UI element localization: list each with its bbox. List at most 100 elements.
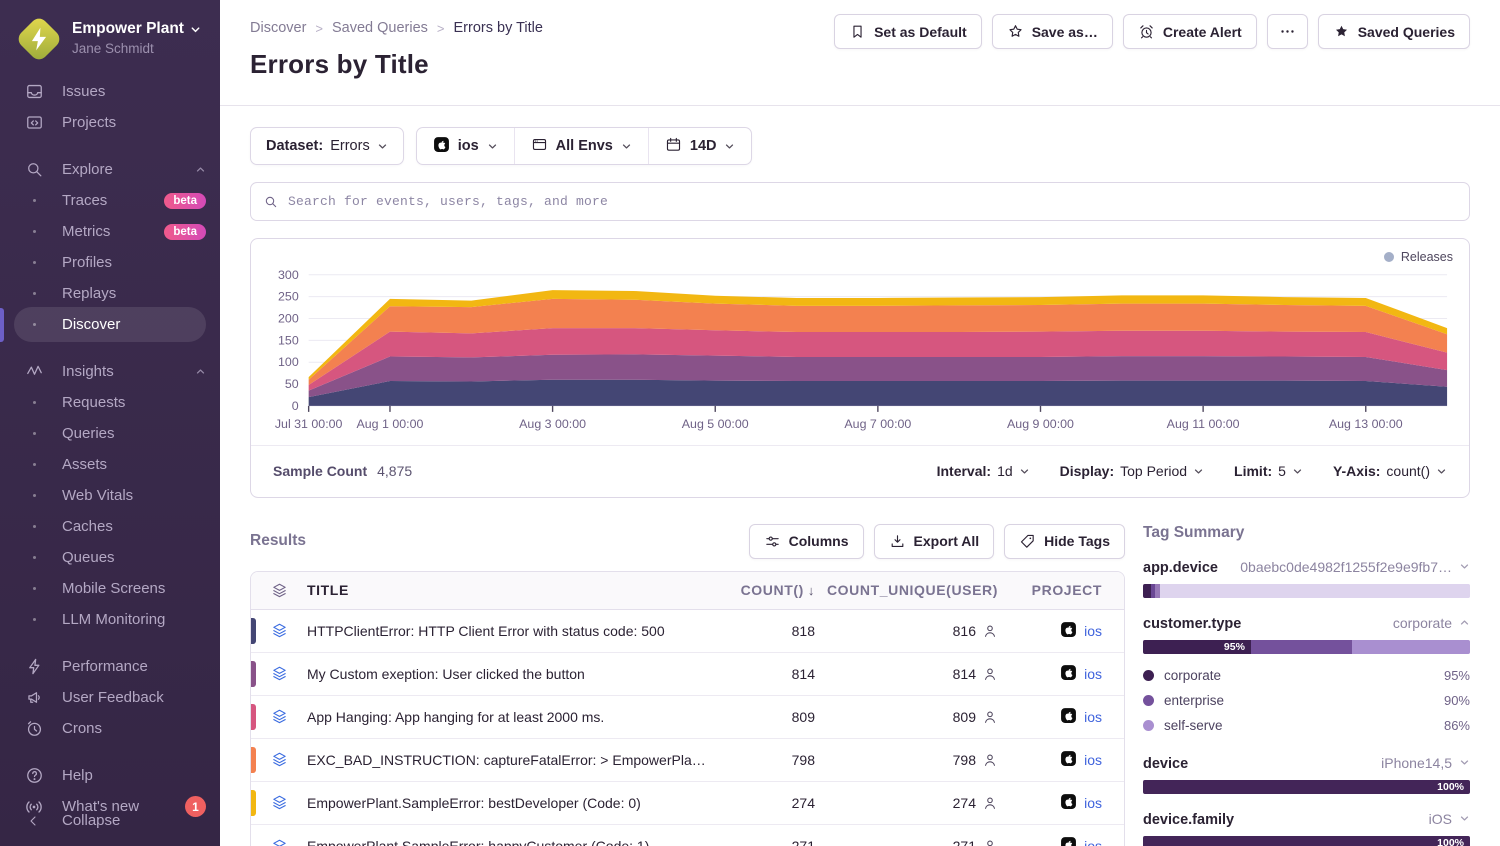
tag-header-device[interactable]: deviceiPhone14,5 <box>1143 755 1470 772</box>
chevron-up-icon[interactable] <box>1459 617 1470 628</box>
sidebar-item-crons[interactable]: Crons <box>0 713 220 744</box>
project-link[interactable]: ios <box>1084 795 1102 811</box>
breadcrumb-saved-queries[interactable]: Saved Queries <box>332 20 428 36</box>
org-switcher[interactable]: Empower Plant Jane Schmidt <box>0 0 220 66</box>
tag-header-device-family[interactable]: device.familyiOS <box>1143 811 1470 828</box>
project-link[interactable]: ios <box>1084 666 1102 682</box>
table-row[interactable]: App Hanging: App hanging for at least 20… <box>251 696 1124 739</box>
row-title[interactable]: EmpowerPlant.SampleError: bestDeveloper … <box>307 795 709 811</box>
action-set-as-default[interactable]: Set as Default <box>834 14 982 49</box>
svg-text:50: 50 <box>285 377 299 391</box>
chevron-down-icon[interactable] <box>1459 757 1470 768</box>
sidebar-group-insights[interactable]: Insights <box>0 356 220 387</box>
chevron-down-icon[interactable] <box>1459 813 1470 824</box>
sidebar-group-label: Insights <box>62 363 114 380</box>
row-title[interactable]: EXC_BAD_INSTRUCTION: captureFatalError: … <box>307 752 709 768</box>
action-create-alert[interactable]: Create Alert <box>1123 14 1257 49</box>
action-save-as[interactable]: Save as… <box>992 14 1113 49</box>
sidebar-item-caches[interactable]: Caches <box>0 511 220 542</box>
sidebar-item-label: Replays <box>62 285 116 302</box>
content: Dataset: Errors iosAll Envs14D Releases … <box>220 106 1500 846</box>
filter-14d[interactable]: 14D <box>648 128 752 164</box>
button-export-all[interactable]: Export All <box>874 524 995 559</box>
sidebar-item-mobile-screens[interactable]: Mobile Screens <box>0 573 220 604</box>
row-title[interactable]: HTTPClientError: HTTP Client Error with … <box>307 623 709 639</box>
sidebar-item-help[interactable]: Help <box>0 760 220 791</box>
column-header-count-unique-user[interactable]: COUNT_UNIQUE(USER) <box>819 582 1004 598</box>
sort-desc-icon: ↓ <box>808 583 815 598</box>
person-icon <box>982 838 998 846</box>
row-title[interactable]: App Hanging: App hanging for at least 20… <box>307 709 709 725</box>
tag-legend-row: self-serve86% <box>1143 713 1470 738</box>
tag-value-text: iOS <box>1429 811 1452 827</box>
stacked-area-chart: 050100150200250300Jul 31 00:00Aug 1 00:0… <box>253 245 1463 440</box>
search-input[interactable] <box>288 194 1457 209</box>
dataset-selector[interactable]: Dataset: Errors <box>250 127 404 165</box>
row-count-unique: 816 <box>819 623 1004 639</box>
sidebar-item-metrics[interactable]: Metricsbeta <box>0 216 220 247</box>
project-link[interactable]: ios <box>1084 623 1102 639</box>
sidebar-item-queues[interactable]: Queues <box>0 542 220 573</box>
collapse-button[interactable]: Collapse <box>0 805 220 836</box>
control-limit[interactable]: Limit:5 <box>1234 463 1303 479</box>
column-header-count[interactable]: COUNT()↓ <box>709 582 819 598</box>
button-label: Columns <box>789 533 849 549</box>
button-hide-tags[interactable]: Hide Tags <box>1004 524 1125 559</box>
chevron-up-icon[interactable] <box>195 366 206 377</box>
sidebar-group-explore[interactable]: Explore <box>0 154 220 185</box>
row-title[interactable]: EmpowerPlant.SampleError: happyCustomer … <box>307 838 709 846</box>
sidebar-item-discover[interactable]: Discover <box>0 309 220 340</box>
chevron-down-icon[interactable] <box>1459 561 1470 572</box>
sidebar-item-requests[interactable]: Requests <box>0 387 220 418</box>
sidebar-item-traces[interactable]: Tracesbeta <box>0 185 220 216</box>
legend-percent: 86% <box>1444 718 1470 733</box>
sidebar-item-label: Performance <box>62 658 148 675</box>
sidebar-item-user-feedback[interactable]: User Feedback <box>0 682 220 713</box>
table-row[interactable]: EXC_BAD_INSTRUCTION: captureFatalError: … <box>251 739 1124 782</box>
column-header-title[interactable]: TITLE <box>307 582 709 598</box>
chevron-up-icon[interactable] <box>195 164 206 175</box>
bullet-icon <box>24 463 44 466</box>
tag-icon <box>1019 533 1036 550</box>
bookmark-icon <box>849 23 866 40</box>
filter-all-envs[interactable]: All Envs <box>514 128 648 164</box>
bullet-icon <box>24 525 44 528</box>
control-interval[interactable]: Interval:1d <box>937 463 1030 479</box>
filter-ios[interactable]: ios <box>417 128 514 164</box>
row-project: ios <box>1004 793 1124 813</box>
sidebar-item-performance[interactable]: Performance <box>0 651 220 682</box>
row-title[interactable]: My Custom exeption: User clicked the but… <box>307 666 709 682</box>
control-y-axis[interactable]: Y-Axis:count() <box>1333 463 1447 479</box>
table-row[interactable]: My Custom exeption: User clicked the but… <box>251 653 1124 696</box>
sidebar-item-assets[interactable]: Assets <box>0 449 220 480</box>
tag-header-customer-type[interactable]: customer.typecorporate <box>1143 615 1470 632</box>
tag-header-app-device[interactable]: app.device0baebc0de4982f1255f2e9e9fb7… <box>1143 559 1470 576</box>
sidebar-item-queries[interactable]: Queries <box>0 418 220 449</box>
page-title: Errors by Title <box>250 49 1470 80</box>
sidebar-item-profiles[interactable]: Profiles <box>0 247 220 278</box>
sidebar-item-issues[interactable]: Issues <box>0 76 220 107</box>
project-link[interactable]: ios <box>1084 709 1102 725</box>
svg-text:Aug 9 00:00: Aug 9 00:00 <box>1007 417 1074 431</box>
releases-legend[interactable]: Releases <box>1384 250 1453 264</box>
sidebar-item-llm-monitoring[interactable]: LLM Monitoring <box>0 604 220 635</box>
table-row[interactable]: HTTPClientError: HTTP Client Error with … <box>251 610 1124 653</box>
project-link[interactable]: ios <box>1084 752 1102 768</box>
control-display[interactable]: Display:Top Period <box>1060 463 1204 479</box>
star-filled-icon <box>1333 23 1350 40</box>
tag-legend-row: corporate95% <box>1143 663 1470 688</box>
sidebar-item-projects[interactable]: Projects <box>0 107 220 138</box>
table-row[interactable]: EmpowerPlant.SampleError: happyCustomer … <box>251 825 1124 846</box>
tag-top-value: corporate <box>1393 615 1470 631</box>
header-actions: Set as Default Save as… Create Alert Saved … <box>834 14 1470 49</box>
sidebar-item-web-vitals[interactable]: Web Vitals <box>0 480 220 511</box>
table-row[interactable]: EmpowerPlant.SampleError: bestDeveloper … <box>251 782 1124 825</box>
breadcrumb-discover[interactable]: Discover <box>250 20 306 36</box>
action-saved-queries[interactable]: Saved Queries <box>1318 14 1470 49</box>
tag-name: app.device <box>1143 560 1218 576</box>
column-header-project[interactable]: PROJECT <box>1004 582 1124 598</box>
sidebar-item-replays[interactable]: Replays <box>0 278 220 309</box>
action-more-options[interactable] <box>1267 14 1308 49</box>
button-columns[interactable]: Columns <box>749 524 864 559</box>
project-link[interactable]: ios <box>1084 838 1102 846</box>
